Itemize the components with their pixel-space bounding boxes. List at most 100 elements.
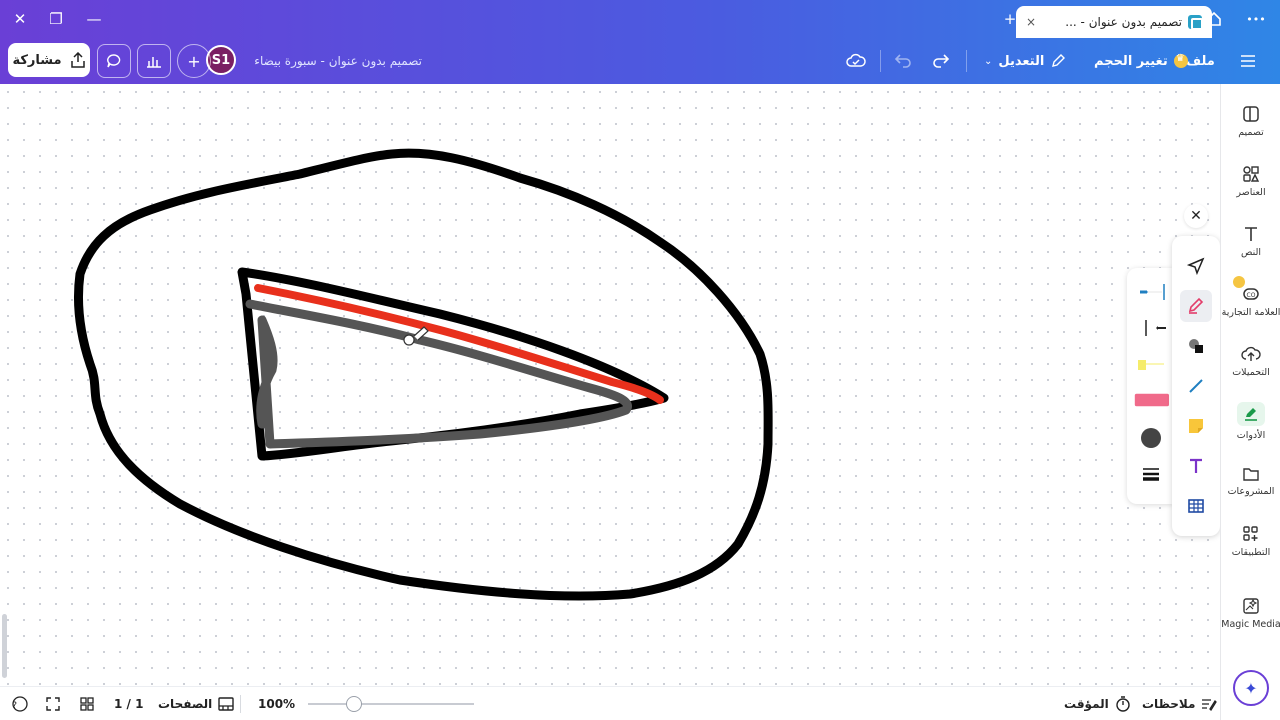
sidebar-item-uploads[interactable]: التحميلات [1221, 332, 1280, 390]
text-tool-icon[interactable] [1180, 450, 1212, 482]
right-sidebar: تصميم العناصر النص CO العلامة التجارية ا… [1220, 84, 1280, 720]
sidebar-item-label: التحميلات [1232, 366, 1270, 378]
pages-label: الصفحات [158, 697, 213, 711]
highlighter-tool-option[interactable] [1133, 350, 1169, 378]
share-icon [70, 52, 85, 68]
sidebar-item-projects[interactable]: المشروعات [1221, 452, 1280, 510]
window-minimize-icon[interactable]: — [82, 8, 106, 30]
sticky-note-icon[interactable] [1180, 410, 1212, 442]
crown-icon [1173, 53, 1188, 68]
timer-icon [1116, 696, 1130, 712]
sidebar-item-tools[interactable]: الأدوات [1221, 392, 1280, 450]
sidebar-item-design[interactable]: تصميم [1221, 92, 1280, 150]
eraser-tool-option[interactable] [1133, 386, 1169, 414]
sidebar-item-label: التطبيقات [1231, 546, 1271, 558]
undo-icon[interactable] [894, 38, 912, 84]
sidebar-item-label: العلامة التجارية [1221, 306, 1280, 318]
divider [240, 695, 241, 713]
design-icon [1243, 105, 1259, 122]
marker-tool-option[interactable] [1133, 314, 1169, 342]
redo-icon[interactable] [932, 38, 950, 84]
tab-title: تصميم بدون عنوان - ... [1065, 15, 1182, 29]
whiteboard-canvas[interactable] [0, 84, 1220, 686]
tools-icon [1237, 401, 1265, 426]
table-icon[interactable] [1180, 490, 1212, 522]
help-icon[interactable]: ? [12, 687, 28, 720]
sidebar-item-elements[interactable]: العناصر [1221, 152, 1280, 210]
sidebar-item-brand[interactable]: CO العلامة التجارية [1221, 272, 1280, 330]
line-icon[interactable] [1180, 370, 1212, 402]
page-count-text: 1 / 1 [114, 697, 144, 711]
analytics-icon[interactable] [137, 44, 171, 78]
sidebar-item-label: Magic Media [1221, 618, 1280, 630]
vertical-scrollbar[interactable] [2, 614, 7, 678]
editor-top-bar: ملف تغيير الحجم التعديل ⌄ تصميم بدون عنو… [0, 38, 1280, 84]
draw-pen-icon[interactable] [1180, 290, 1212, 322]
file-menu[interactable]: ملف [1186, 38, 1215, 84]
sidebar-item-label: الأدوات [1236, 429, 1266, 441]
text-icon [1245, 226, 1257, 241]
sidebar-item-magic-media[interactable]: Magic Media [1221, 584, 1280, 642]
canva-favicon-icon [1188, 15, 1203, 30]
edit-label: التعديل [998, 53, 1045, 69]
close-draw-toolbar-icon[interactable]: ✕ [1184, 204, 1208, 228]
browser-tab-strip: ✕ ❐ — + تصميم بدون عنوان - ... × ••• [0, 0, 1280, 38]
edit-menu[interactable]: التعديل ⌄ [984, 38, 1066, 84]
divider [880, 50, 881, 72]
stroke-color-swatch[interactable] [1133, 424, 1169, 452]
notes-label: ملاحظات [1142, 697, 1196, 711]
apps-icon [1243, 525, 1258, 541]
sidebar-item-text[interactable]: النص [1221, 212, 1280, 270]
timer-label: المؤقت [1064, 697, 1109, 711]
browser-tab[interactable]: تصميم بدون عنوان - ... × [1016, 6, 1212, 38]
canva-assistant-sparkle-icon[interactable]: ✦ [1233, 670, 1269, 706]
page-count: 1 / 1 [114, 687, 143, 720]
pages-button[interactable]: الصفحات [158, 687, 234, 720]
notes-icon [1202, 699, 1218, 711]
window-restore-icon[interactable]: ❐ [44, 8, 68, 30]
more-options-icon[interactable]: ••• [1244, 8, 1268, 30]
notes-button[interactable]: ملاحظات [1142, 687, 1218, 720]
zoom-value[interactable]: 100% [258, 687, 295, 720]
svg-text:?: ? [12, 701, 17, 711]
comment-icon[interactable] [97, 44, 131, 78]
zoom-slider-track[interactable] [308, 703, 474, 705]
window-close-icon[interactable]: ✕ [8, 8, 32, 30]
sidebar-item-label: العناصر [1236, 186, 1266, 198]
svg-text:CO: CO [1247, 292, 1256, 299]
zoom-value-text: 100% [258, 697, 296, 711]
red-highlight-stroke [254, 284, 664, 404]
bottom-bar: ملاحظات المؤقت 100% الصفحات 1 / 1 ? [0, 686, 1220, 720]
fullscreen-icon[interactable] [46, 687, 60, 720]
resize-label: تغيير الحجم [1094, 53, 1168, 69]
document-title[interactable]: تصميم بدون عنوان - سبورة بيضاء [254, 38, 422, 84]
timer-button[interactable]: المؤقت [1064, 687, 1131, 720]
gray-triangle-stroke [245, 299, 632, 449]
add-collaborator-button[interactable]: + [177, 44, 211, 78]
sidebar-item-apps[interactable]: التطبيقات [1221, 512, 1280, 570]
pencil-icon [1052, 54, 1066, 67]
share-button[interactable]: مشاركة [8, 43, 90, 77]
drawing-layer [74, 148, 773, 601]
zoom-slider-handle[interactable] [346, 696, 362, 712]
divider [966, 50, 967, 72]
tab-close-icon[interactable]: × [1026, 15, 1036, 29]
file-menu-label: ملف [1186, 53, 1215, 69]
folder-icon [1243, 467, 1259, 481]
pen-tool-option[interactable] [1133, 278, 1169, 306]
resize-button[interactable]: تغيير الحجم [1094, 38, 1188, 84]
grid-view-icon[interactable] [80, 687, 94, 720]
sidebar-item-label: تصميم [1238, 126, 1264, 138]
hamburger-icon[interactable] [1240, 38, 1256, 84]
pen-options-panel [1127, 268, 1173, 504]
home-icon[interactable] [1202, 8, 1226, 30]
cloud-save-icon[interactable] [846, 38, 866, 84]
select-cursor-icon[interactable] [1180, 250, 1212, 282]
stroke-weight-icon[interactable] [1133, 460, 1169, 488]
pages-icon [218, 697, 234, 711]
sidebar-item-label: النص [1240, 246, 1262, 258]
crown-icon [1233, 276, 1245, 288]
share-label: مشاركة [12, 52, 62, 68]
shapes-icon[interactable] [1180, 330, 1212, 362]
black-outer-loop-stroke [74, 148, 773, 601]
